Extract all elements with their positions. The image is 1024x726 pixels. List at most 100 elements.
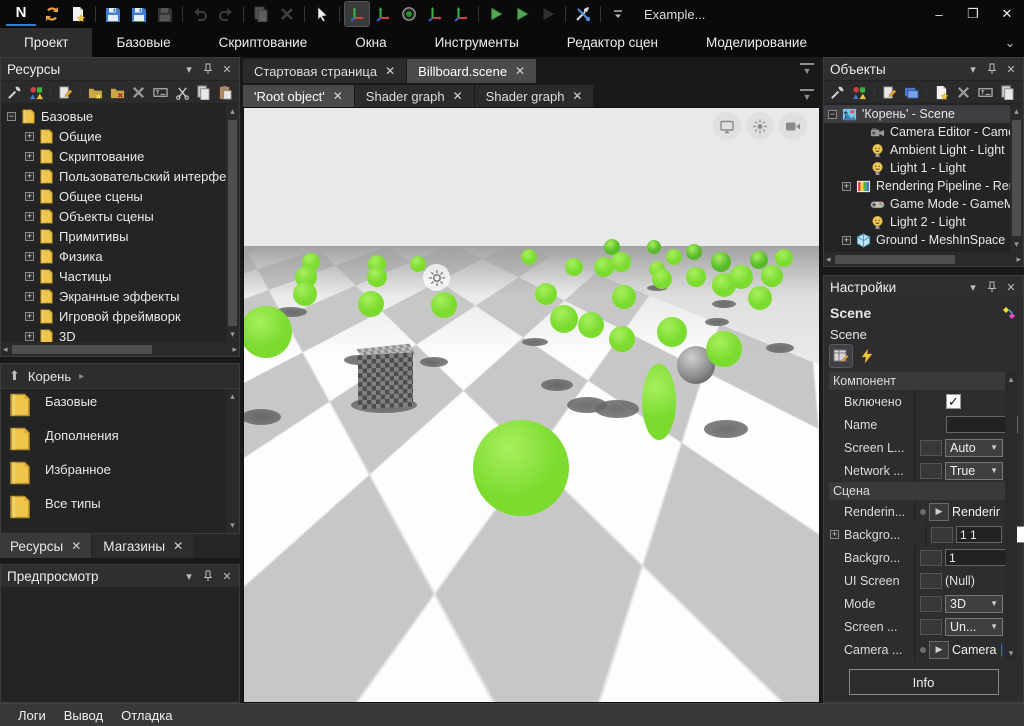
pin-icon[interactable] bbox=[202, 570, 214, 582]
xgray-button[interactable] bbox=[953, 82, 974, 103]
default-flag-box[interactable] bbox=[920, 440, 942, 456]
billboard-sphere[interactable] bbox=[686, 244, 702, 260]
close-icon[interactable]: ✕ bbox=[71, 539, 81, 553]
billboard-sphere[interactable] bbox=[612, 285, 636, 309]
menu-item-Окна[interactable]: Окна bbox=[331, 28, 410, 57]
close-icon[interactable]: ✕ bbox=[1005, 281, 1017, 293]
reference-button[interactable]: ▶ bbox=[929, 503, 949, 521]
close-icon[interactable]: ✕ bbox=[333, 89, 343, 103]
billboard-sphere[interactable] bbox=[647, 240, 661, 254]
dropdown-icon[interactable]: ▾ bbox=[183, 570, 195, 582]
tree-item[interactable]: +Общие bbox=[1, 126, 239, 146]
editdoc-button[interactable] bbox=[55, 82, 76, 103]
close-icon[interactable]: ✕ bbox=[572, 89, 582, 103]
editor-tab--Root-object-[interactable]: 'Root object'✕ bbox=[243, 85, 354, 107]
dropdown-select[interactable]: Un...▼ bbox=[945, 618, 1003, 636]
close-icon[interactable]: ✕ bbox=[173, 539, 183, 553]
billboard-sphere[interactable] bbox=[642, 364, 676, 440]
tree-item[interactable]: +3D bbox=[1, 326, 239, 342]
restore-button[interactable]: ❐ bbox=[956, 0, 990, 28]
delete-button[interactable] bbox=[275, 2, 299, 26]
rename-button[interactable] bbox=[150, 82, 171, 103]
close-icon[interactable]: ✕ bbox=[221, 570, 233, 582]
billboard-sphere[interactable] bbox=[657, 317, 687, 347]
objects-vscrollbar[interactable]: ▴ ▾ bbox=[1010, 104, 1023, 252]
close-icon[interactable]: ✕ bbox=[515, 64, 525, 78]
display-overlay-button[interactable] bbox=[713, 112, 741, 140]
play-1-button[interactable] bbox=[484, 2, 508, 26]
sun-overlay-button[interactable] bbox=[746, 112, 774, 140]
pin-icon[interactable] bbox=[986, 281, 998, 293]
expand-icon[interactable]: + bbox=[25, 152, 34, 161]
dropdown-icon[interactable]: ▾ bbox=[967, 63, 979, 75]
default-flag-box[interactable] bbox=[931, 527, 953, 543]
close-icon[interactable]: ✕ bbox=[1005, 63, 1017, 75]
billboard-sphere[interactable] bbox=[611, 252, 631, 272]
scrollbar-thumb[interactable] bbox=[12, 345, 152, 354]
folder-list-item[interactable]: Базовые bbox=[9, 393, 239, 427]
collapse-icon[interactable]: − bbox=[7, 112, 16, 121]
events-view-button[interactable] bbox=[856, 345, 878, 367]
billboard-sphere[interactable] bbox=[550, 305, 578, 333]
folderx-button[interactable] bbox=[107, 82, 128, 103]
close-button[interactable]: ✕ bbox=[990, 0, 1024, 28]
menu-item-Скриптование[interactable]: Скриптование bbox=[195, 28, 332, 57]
move-tool-button[interactable] bbox=[345, 2, 369, 26]
billboard-sphere[interactable] bbox=[578, 312, 604, 338]
rotate-tool-button[interactable] bbox=[397, 2, 421, 26]
dropdown-select[interactable]: Auto▼ bbox=[945, 439, 1003, 457]
tree-item[interactable]: +Экранные эффекты bbox=[1, 286, 239, 306]
tree-item[interactable]: +Игровой фреймворк bbox=[1, 306, 239, 326]
close-icon[interactable]: ✕ bbox=[385, 64, 395, 78]
expand-icon[interactable]: + bbox=[25, 132, 34, 141]
object-tree-item[interactable]: Ambient Light - Light bbox=[824, 141, 1010, 159]
scrollbar-thumb[interactable] bbox=[1012, 120, 1021, 236]
reference-button[interactable]: ▶ bbox=[929, 641, 949, 659]
resources-vscrollbar[interactable]: ▴▾ bbox=[226, 104, 239, 342]
rename-button[interactable] bbox=[975, 82, 996, 103]
collapse-icon[interactable]: − bbox=[828, 110, 837, 119]
paste-button[interactable] bbox=[215, 82, 236, 103]
statusbar-item-Отладка[interactable]: Отладка bbox=[121, 708, 172, 723]
expand-icon[interactable]: + bbox=[25, 212, 34, 221]
dropdown-icon[interactable]: ▾ bbox=[967, 281, 979, 293]
editdoc-button[interactable] bbox=[879, 82, 900, 103]
object-tree-item[interactable]: Light 2 - Light bbox=[824, 213, 1010, 231]
statusbar-item-Вывод[interactable]: Вывод bbox=[64, 708, 103, 723]
expand-icon[interactable]: + bbox=[25, 292, 34, 301]
tree-item[interactable]: +Общее сцены bbox=[1, 186, 239, 206]
copy-button[interactable] bbox=[997, 82, 1018, 103]
folder-list-item[interactable]: Все типы bbox=[9, 495, 239, 529]
tree-item[interactable]: +Объекты сцены bbox=[1, 206, 239, 226]
scroll-up-icon[interactable]: ▴ bbox=[230, 391, 235, 402]
checkered-cube-mesh[interactable] bbox=[358, 348, 413, 408]
resources-hscrollbar[interactable]: ◂ ▸ bbox=[1, 342, 239, 356]
menu-item-Редактор сцен[interactable]: Редактор сцен bbox=[543, 28, 682, 57]
breadcrumb-label[interactable]: Корень bbox=[28, 369, 71, 384]
scene-viewport-3d[interactable]: E2F2F8E8E7H8A7B6C5B5D6C6D5E5D4F5A5C3G8A6… bbox=[243, 107, 820, 703]
tree-item[interactable]: +Частицы bbox=[1, 266, 239, 286]
menubar-chevron-icon[interactable]: ⌄ bbox=[996, 28, 1024, 57]
scroll-left-icon[interactable]: ◂ bbox=[826, 254, 831, 265]
scroll-right-icon[interactable]: ▸ bbox=[232, 344, 237, 355]
expand-icon[interactable]: + bbox=[842, 236, 851, 245]
transform-tool-button[interactable] bbox=[449, 2, 473, 26]
app-logo[interactable]: N bbox=[6, 2, 36, 26]
object-tree-item[interactable]: Game Mode - GameMode bbox=[824, 195, 1010, 213]
info-button[interactable]: Info bbox=[849, 669, 999, 695]
folders-vscrollbar[interactable]: ▴▾ bbox=[226, 389, 239, 533]
doc-tab-Billboard.scene[interactable]: Billboard.scene✕ bbox=[407, 59, 536, 83]
enabled-checkbox[interactable]: ✓ bbox=[946, 394, 961, 409]
object-tree-item[interactable]: −'Корень' - Scene bbox=[824, 105, 1010, 123]
folder-list-item[interactable]: Дополнения bbox=[9, 427, 239, 461]
save-as-button[interactable] bbox=[127, 2, 151, 26]
expand-icon[interactable]: + bbox=[25, 172, 34, 181]
tree-item[interactable]: +Пользовательский интерфейс bbox=[1, 166, 239, 186]
expand-icon[interactable]: + bbox=[842, 182, 851, 191]
save-all-button[interactable] bbox=[153, 2, 177, 26]
tree-item[interactable]: +Физика bbox=[1, 246, 239, 266]
toolbar-options-button[interactable] bbox=[606, 2, 630, 26]
billboard-sphere[interactable] bbox=[748, 286, 772, 310]
left-tab-Ресурсы[interactable]: Ресурсы✕ bbox=[0, 534, 91, 558]
object-tree-item[interactable]: +Ground - MeshInSpace bbox=[824, 231, 1010, 249]
